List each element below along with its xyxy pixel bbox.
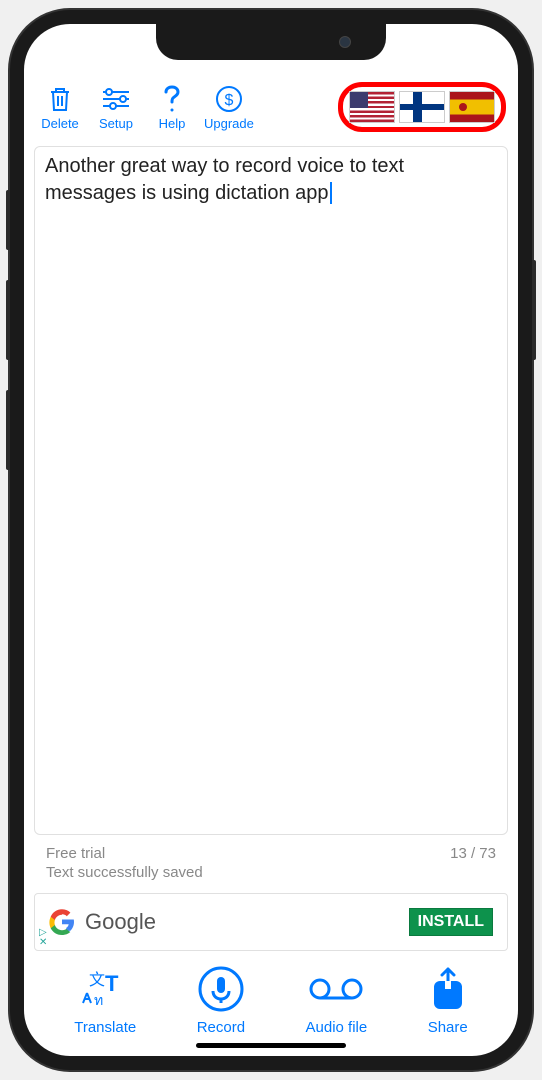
dictation-text-area[interactable]: Another great way to record voice to tex… <box>34 146 508 835</box>
trial-status: Free trial <box>46 845 105 862</box>
google-logo-icon <box>49 909 75 935</box>
svg-text:文: 文 <box>89 971 105 989</box>
flag-us[interactable] <box>349 91 395 123</box>
ad-close-icon: ✕ <box>39 938 47 948</box>
ad-left: Google <box>49 909 156 935</box>
upgrade-button[interactable]: $ Upgrade <box>204 84 254 131</box>
svg-text:T: T <box>105 971 119 996</box>
translate-icon: 文 T ท <box>81 965 129 1013</box>
phone-frame: Delete Setup <box>10 10 532 1070</box>
ad-title: Google <box>85 909 156 935</box>
record-button[interactable]: Record <box>197 965 245 1036</box>
sliders-icon <box>101 84 131 114</box>
share-label: Share <box>428 1019 468 1036</box>
share-icon <box>430 965 466 1013</box>
svg-text:ท: ท <box>94 992 103 1008</box>
upgrade-label: Upgrade <box>204 116 254 131</box>
svg-text:$: $ <box>224 92 233 109</box>
mic-icon <box>197 965 245 1013</box>
dictation-text: Another great way to record voice to tex… <box>45 155 404 204</box>
bottom-toolbar: 文 T ท Translate <box>24 961 518 1056</box>
top-toolbar: Delete Setup <box>24 74 518 140</box>
help-label: Help <box>159 116 186 131</box>
flag-fi[interactable] <box>399 91 445 123</box>
app-screen: Delete Setup <box>24 24 518 1056</box>
text-cursor <box>330 182 332 204</box>
saved-status: Text successfully saved <box>24 864 518 889</box>
language-flags-highlight <box>338 82 506 132</box>
flag-es[interactable] <box>449 91 495 123</box>
share-button[interactable]: Share <box>428 965 468 1036</box>
notch <box>156 24 386 60</box>
side-buttons-left <box>6 190 10 250</box>
setup-label: Setup <box>99 116 133 131</box>
app-content: Delete Setup <box>24 24 518 1056</box>
status-row: Free trial 13 / 73 <box>24 841 518 864</box>
question-icon <box>162 84 182 114</box>
audio-label: Audio file <box>306 1019 368 1036</box>
ad-marker[interactable]: ▷ ✕ <box>39 928 47 948</box>
translate-label: Translate <box>74 1019 136 1036</box>
audio-file-button[interactable]: Audio file <box>306 965 368 1036</box>
delete-button[interactable]: Delete <box>36 84 84 131</box>
dollar-icon: $ <box>215 84 243 114</box>
setup-button[interactable]: Setup <box>92 84 140 131</box>
help-button[interactable]: Help <box>148 84 196 131</box>
home-indicator[interactable] <box>196 1043 346 1048</box>
delete-label: Delete <box>41 116 79 131</box>
side-button-right <box>532 260 536 360</box>
voicemail-icon <box>308 965 364 1013</box>
front-camera <box>339 36 351 48</box>
ad-banner[interactable]: Google INSTALL ▷ ✕ <box>34 893 508 951</box>
record-label: Record <box>197 1019 245 1036</box>
trash-icon <box>48 84 72 114</box>
char-count: 13 / 73 <box>450 845 496 862</box>
translate-button[interactable]: 文 T ท Translate <box>74 965 136 1036</box>
install-button[interactable]: INSTALL <box>409 908 493 936</box>
